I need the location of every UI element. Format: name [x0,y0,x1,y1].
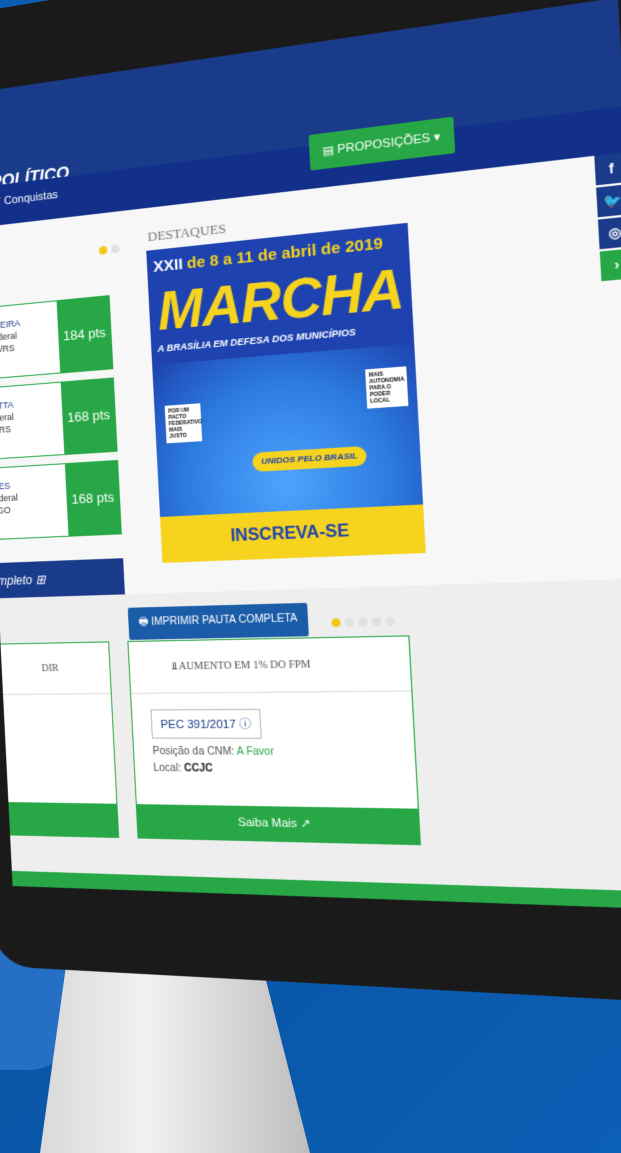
cnm-position: Posição da CNM: A Favor [152,746,274,758]
carousel-dot[interactable] [98,245,108,255]
carousel-dot[interactable] [371,617,382,627]
position-value: A Favor [236,746,275,759]
twitter-icon[interactable]: 🐦 [596,184,621,218]
saiba-mais-button[interactable]: Saiba Mais ↗ [136,804,420,845]
banner-crowd-illustration: POR UM PACTO FEDERATIVO MAIS JUSTO MAIS … [152,343,424,522]
banner-unidos-sign: UNIDOS PELO BRASIL [252,445,368,472]
pauta-card: DIR [0,641,120,839]
ranking-info: MOREIRA o Federal MDB/RS [0,317,22,357]
ranking-party: B/GO [0,504,11,517]
instagram-icon[interactable]: ◎ [597,216,621,250]
ranking-item[interactable]: AVES Federal B/GO 168 pts [0,459,122,541]
pec-badge-label: PEC 391/2017 [160,718,237,732]
pauta-card-title: DIR [0,642,111,697]
ranking-points: 184 pts [56,296,113,373]
background: POLÍTICO 🏆 Conquistas ▤ PROPOSIÇÕES ▾ f … [0,0,621,1153]
nav-item-label: Conquistas [3,188,59,208]
banner-edition: XXII [152,255,184,277]
saiba-mais-button[interactable] [0,799,119,837]
caret-down-icon: ▾ [433,130,441,145]
carousel-dot[interactable] [111,244,120,254]
carousel-dot[interactable] [344,617,355,627]
trophy-icon: 🏆 [0,196,1,210]
congress-icon: ⫫ [170,661,178,673]
plus-icon: ⊞ [35,572,46,587]
pauta-card: ⫫ AUMENTO EM 1% DO FPM PEC 391/2017 ⓘ Po… [127,635,421,846]
chevron-right-icon[interactable]: › [599,248,621,282]
external-link-icon: ↗ [299,817,311,831]
print-pauta-button[interactable]: 🖶 IMPRIMIR PAUTA COMPLETA [127,602,310,640]
position-label: Posição da CNM: [152,745,235,758]
local-label: Local: [153,762,182,775]
nav-item-conquistas[interactable]: 🏆 Conquistas [0,188,58,210]
pauta-card-title: AUMENTO EM 1% DO FPM [178,658,311,673]
ranking-full-button[interactable]: mpleto ⊞ [0,558,126,600]
print-pauta-label: IMPRIMIR PAUTA COMPLETA [150,612,298,629]
document-icon: ▤ [322,143,335,159]
ranking-party: DT/RS [0,424,12,436]
monitor-screen: POLÍTICO 🏆 Conquistas ▤ PROPOSIÇÕES ▾ f … [0,0,621,910]
banner-sign: POR UM PACTO FEDERATIVO MAIS JUSTO [164,403,202,444]
proposicoes-label: PROPOSIÇÕES [337,131,431,157]
printer-icon: 🖶 [138,616,149,629]
carousel-dot[interactable] [385,616,396,626]
ranking-item[interactable]: MOTTA Federal DT/RS 168 pts [0,377,118,461]
info-icon: ⓘ [238,718,252,732]
local-value: CCJC [183,762,214,775]
carousel-dots [98,239,124,260]
ranking-points: 168 pts [60,378,117,455]
ranking-item[interactable]: MOREIRA o Federal MDB/RS 184 pts [0,295,114,381]
social-bar: f 🐦 ◎ › [594,151,621,284]
ranking-party: MDB/RS [0,342,15,356]
monitor: POLÍTICO 🏆 Conquistas ▤ PROPOSIÇÕES ▾ f … [0,0,621,1018]
banner-sign: MAIS AUTONOMIA PARA O PODER LOCAL [365,366,409,409]
carousel-dot[interactable] [358,617,368,627]
ranking-points: 168 pts [64,461,121,536]
pauta-local: Local: CCJC [153,763,213,775]
facebook-icon[interactable]: f [594,151,621,186]
carousel-dot[interactable] [331,618,341,628]
pauta-card-header: ⫫ AUMENTO EM 1% DO FPM [128,636,412,694]
marcha-banner[interactable]: XXII de 8 a 11 de abril de 2019 MARCHA A … [146,222,426,563]
ranking-info: AVES Federal B/GO [0,479,19,517]
ranking-full-label: mpleto [0,572,33,589]
pec-badge[interactable]: PEC 391/2017 ⓘ [150,708,262,739]
pauta-carousel-dots [331,611,400,632]
saiba-mais-label: Saiba Mais [237,816,298,831]
ranking-info: MOTTA Federal DT/RS [0,399,15,437]
destaques-label: DESTAQUES [147,220,227,245]
